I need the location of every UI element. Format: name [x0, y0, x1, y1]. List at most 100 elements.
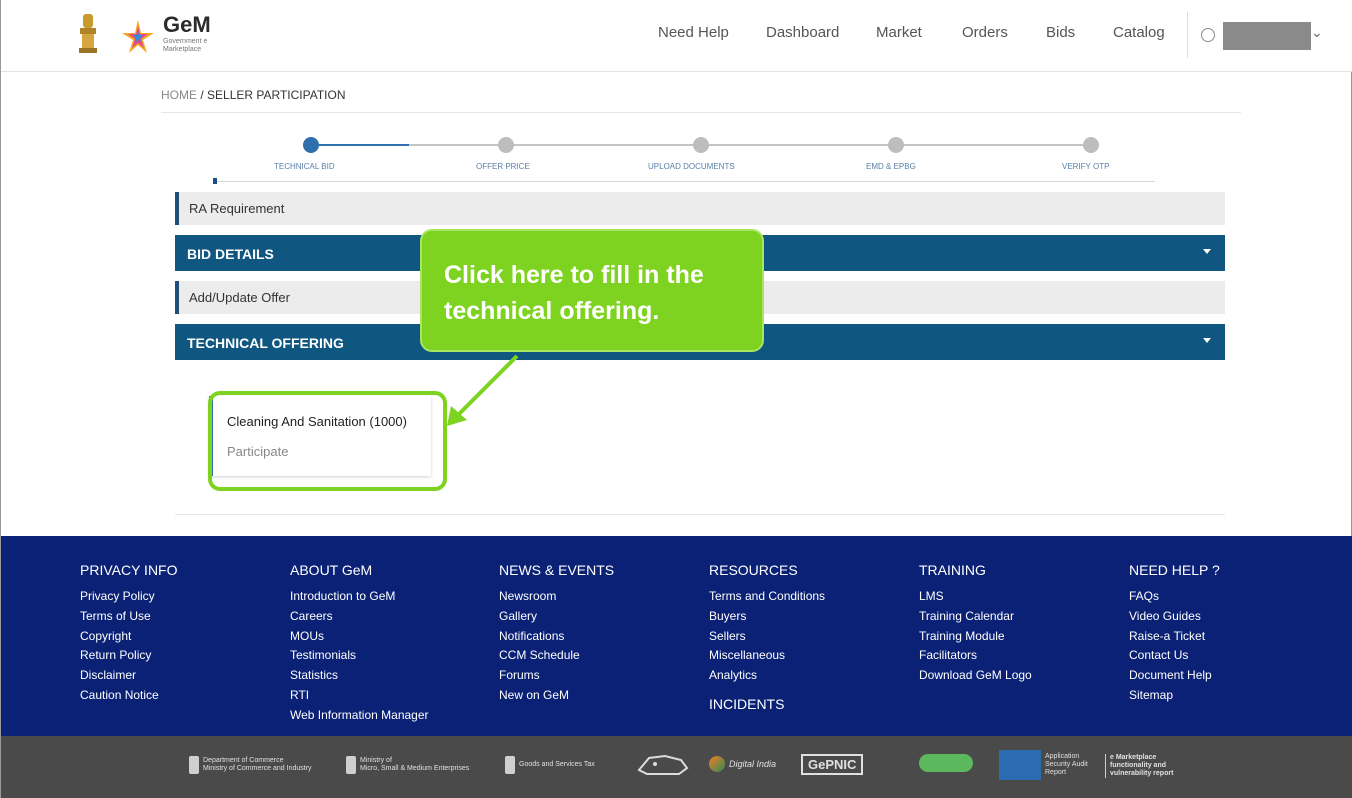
- footer-col-about: ABOUT GeM Introduction to GeM Careers MO…: [290, 562, 429, 726]
- step-technical-bid-dot[interactable]: [303, 137, 319, 153]
- footer-link[interactable]: RTI: [290, 686, 429, 706]
- footer-link[interactable]: Training Calendar: [919, 607, 1032, 627]
- digital-india-logo[interactable]: Digital India: [709, 756, 776, 772]
- footer-link[interactable]: Testimonials: [290, 646, 429, 666]
- breadcrumb-home[interactable]: HOME: [161, 88, 197, 102]
- footer-col-help: NEED HELP ? FAQs Video Guides Raise-a Ti…: [1129, 562, 1220, 706]
- footer-link[interactable]: Contact Us: [1129, 646, 1220, 666]
- footer-link[interactable]: Analytics: [709, 666, 825, 686]
- ra-requirement-section[interactable]: RA Requirement: [175, 192, 1225, 225]
- footer-col-privacy: PRIVACY INFO Privacy Policy Terms of Use…: [80, 562, 178, 706]
- footer-link[interactable]: Copyright: [80, 627, 178, 647]
- caret-down-icon[interactable]: [1203, 249, 1211, 254]
- emblem-icon: [189, 756, 199, 774]
- footer-link[interactable]: Sitemap: [1129, 686, 1220, 706]
- footer-link[interactable]: Sellers: [709, 627, 825, 647]
- divider: [175, 514, 1225, 515]
- footer-link[interactable]: Terms and Conditions: [709, 587, 825, 607]
- gst-logo[interactable]: Goods and Services Tax: [505, 756, 595, 774]
- footer-link[interactable]: Caution Notice: [80, 686, 178, 706]
- footer-link[interactable]: Facilitators: [919, 646, 1032, 666]
- brand-name[interactable]: GeM: [163, 12, 211, 38]
- user-icon[interactable]: [1201, 28, 1215, 42]
- footer-link[interactable]: LMS: [919, 587, 1032, 607]
- footer-link[interactable]: Newsroom: [499, 587, 614, 607]
- step-verify-otp-label[interactable]: VERIFY OTP: [1062, 162, 1109, 171]
- footer-heading: RESOURCES: [709, 562, 798, 578]
- footer-col-resources: RESOURCES Terms and Conditions Buyers Se…: [709, 562, 825, 712]
- nav-market[interactable]: Market: [876, 24, 922, 41]
- breadcrumb-separator: /: [200, 88, 204, 102]
- step-emd-epbg-dot[interactable]: [888, 137, 904, 153]
- step-upload-documents-label[interactable]: UPLOAD DOCUMENTS: [648, 162, 735, 171]
- footer-heading: NEED HELP ?: [1129, 562, 1220, 578]
- footer-link[interactable]: Statistics: [290, 666, 429, 686]
- bid-details-title: BID DETAILS: [187, 246, 274, 262]
- chevron-down-icon[interactable]: ⌄: [1311, 24, 1323, 41]
- footer-link[interactable]: Buyers: [709, 607, 825, 627]
- gst-text: Goods and Services Tax: [519, 761, 595, 768]
- footer-link[interactable]: MOUs: [290, 627, 429, 647]
- footer-col-news: NEWS & EVENTS Newsroom Gallery Notificat…: [499, 562, 614, 706]
- msme-logo[interactable]: Ministry of Micro, Small & Medium Enterp…: [346, 756, 469, 774]
- footer-heading: NEWS & EVENTS: [499, 562, 615, 578]
- step-upload-documents-dot[interactable]: [693, 137, 709, 153]
- gem-logo-icon[interactable]: [118, 18, 158, 56]
- footer-link[interactable]: New on GeM: [499, 686, 614, 706]
- dept-commerce-text: Department of Commerce Ministry of Comme…: [203, 757, 312, 772]
- nav-catalog[interactable]: Catalog: [1113, 24, 1165, 41]
- footer-link[interactable]: Document Help: [1129, 666, 1220, 686]
- callout-text: Click here to fill in the technical offe…: [444, 261, 704, 325]
- emblem-icon: [505, 756, 515, 774]
- user-name-redacted[interactable]: [1223, 22, 1311, 50]
- footer-link[interactable]: Gallery: [499, 607, 614, 627]
- digital-india-icon: [709, 756, 725, 772]
- footer-link[interactable]: Video Guides: [1129, 607, 1220, 627]
- footer-link[interactable]: Return Policy: [80, 646, 178, 666]
- footer-link[interactable]: Disclaimer: [80, 666, 178, 686]
- step-technical-bid-label[interactable]: TECHNICAL BID: [274, 162, 335, 171]
- footer-link[interactable]: Download GeM Logo: [919, 666, 1032, 686]
- gepnic-logo[interactable]: GePNIC: [801, 754, 864, 775]
- footer-link[interactable]: Notifications: [499, 627, 614, 647]
- step-offer-price-label[interactable]: OFFER PRICE: [476, 162, 530, 171]
- secure-badge[interactable]: [919, 754, 973, 772]
- footer-heading: TRAINING: [919, 562, 986, 578]
- nav-bids[interactable]: Bids: [1046, 24, 1075, 41]
- divider: [161, 112, 1241, 113]
- footer-link[interactable]: Miscellaneous: [709, 646, 825, 666]
- breadcrumb: HOME / SELLER PARTICIPATION: [161, 88, 346, 102]
- step-verify-otp-dot[interactable]: [1083, 137, 1099, 153]
- nav-need-help[interactable]: Need Help: [658, 24, 729, 41]
- step-emd-epbg-label[interactable]: EMD & EPBG: [866, 162, 916, 171]
- step-connector-complete: [319, 144, 409, 146]
- caret-down-icon[interactable]: [1203, 338, 1211, 343]
- nav-dashboard[interactable]: Dashboard: [766, 24, 839, 41]
- footer-link[interactable]: Terms of Use: [80, 607, 178, 627]
- step-offer-price-dot[interactable]: [498, 137, 514, 153]
- nav-orders[interactable]: Orders: [962, 24, 1008, 41]
- footer-heading-incidents[interactable]: INCIDENTS: [709, 696, 825, 712]
- footer-link[interactable]: Introduction to GeM: [290, 587, 429, 607]
- footer-link[interactable]: Forums: [499, 666, 614, 686]
- footer-link[interactable]: Training Module: [919, 627, 1032, 647]
- footer-link[interactable]: Privacy Policy: [80, 587, 178, 607]
- stqc-logo[interactable]: Application Security Audit Report: [999, 750, 1103, 780]
- page: GeM Government e Marketplace Need Help D…: [0, 0, 1352, 798]
- msme-text: Ministry of Micro, Small & Medium Enterp…: [360, 757, 470, 772]
- footer-link[interactable]: CCM Schedule: [499, 646, 614, 666]
- national-emblem-icon: [79, 14, 97, 53]
- emarketplace-report[interactable]: e Marketplace functionality and vulnerab…: [1105, 754, 1194, 778]
- stqc-text: Application Security Audit Report: [1045, 753, 1088, 776]
- secure-badge-icon: [919, 754, 973, 772]
- partner-logos-strip: Department of Commerce Ministry of Comme…: [1, 736, 1352, 798]
- footer-link[interactable]: FAQs: [1129, 587, 1220, 607]
- footer-col-training: TRAINING LMS Training Calendar Training …: [919, 562, 1032, 686]
- footer-link[interactable]: Web Information Manager: [290, 706, 429, 726]
- footer-link[interactable]: Careers: [290, 607, 429, 627]
- footer-link[interactable]: Raise-a Ticket: [1129, 627, 1220, 647]
- stepper-baseline: [215, 181, 1155, 182]
- emblem-icon: [346, 756, 356, 774]
- make-in-india-lion-icon[interactable]: [635, 752, 691, 778]
- dept-commerce-logo[interactable]: Department of Commerce Ministry of Comme…: [189, 756, 312, 774]
